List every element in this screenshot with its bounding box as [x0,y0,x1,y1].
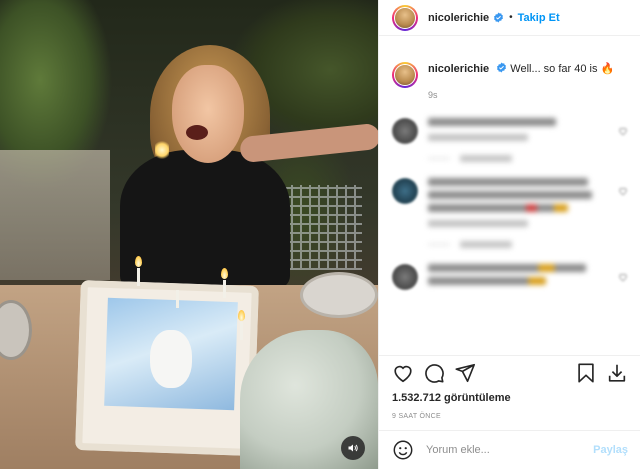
caption-text: Well... so far 40 is [510,63,598,75]
heart-icon[interactable] [392,362,414,384]
candle-flame [238,310,245,321]
candle-flame [135,256,142,267]
comment-text-blurred [428,264,586,272]
verified-badge-icon [497,62,507,73]
post-age[interactable]: 9 SAAT ÖNCE [392,413,628,420]
post-actions: 1.532.712 görüntüleme 9 SAAT ÖNCE [379,355,640,420]
speaker-icon [348,444,358,452]
comment-meta-blurred [428,220,528,227]
post-sidebar: nicolerichie • Takip Et nicolerichie Wel… [378,0,640,469]
avatar[interactable] [392,4,418,31]
commenter-avatar[interactable] [392,264,418,290]
heart-icon[interactable] [618,126,628,136]
chair [282,185,362,270]
comment-text-blurred [428,118,556,126]
comments-list[interactable]: nicolerichie Well... so far 40 is 🔥 9s [379,37,640,355]
candle-flame [221,268,228,279]
comment-input[interactable]: Yorum ekle... [426,444,593,456]
verified-badge-icon [494,12,504,23]
paper-plane-icon[interactable] [454,362,476,384]
view-count[interactable]: 1.532.712 görüntüleme [392,392,628,404]
person-mouth [186,125,208,140]
smiley-icon[interactable] [392,439,414,461]
add-comment-bar: Yorum ekle... Paylaş [379,430,640,469]
sound-toggle-button[interactable] [341,436,365,460]
caption-timestamp[interactable]: 9s [428,88,614,102]
candle [176,290,179,308]
plate [300,272,378,318]
post-caption: nicolerichie Well... so far 40 is 🔥 9s [392,62,628,102]
comment-text-blurred [428,191,592,199]
follow-button[interactable]: Takip Et [518,12,560,24]
wall-background [0,150,110,280]
cake-figure [150,330,192,388]
post-media[interactable] [0,0,378,469]
candle [240,322,243,340]
comment-item [392,118,628,162]
view-replies-link[interactable] [428,241,608,248]
comment-item [392,178,628,248]
caption-username[interactable]: nicolerichie [428,63,489,75]
separator-dot: • [509,12,513,23]
candle [223,280,226,298]
download-icon[interactable] [606,362,628,384]
comment-item [392,264,628,290]
candle [137,268,140,286]
sparkler [155,140,169,160]
view-replies-link[interactable] [428,155,608,162]
username-link[interactable]: nicolerichie [428,12,489,24]
post-comment-button[interactable]: Paylaş [593,444,628,456]
comment-text-blurred [428,204,568,212]
person-body [120,150,290,290]
comment-icon[interactable] [423,362,445,384]
bookmark-icon[interactable] [575,362,597,384]
heart-icon[interactable] [618,272,628,282]
person-face [172,65,244,163]
heart-icon[interactable] [618,186,628,196]
fire-emoji: 🔥 [600,63,615,75]
avatar[interactable] [392,62,418,88]
comment-meta-blurred [428,134,528,141]
commenter-avatar[interactable] [392,178,418,204]
comment-text-blurred [428,277,546,285]
post-header: nicolerichie • Takip Et [379,0,640,36]
comment-text-blurred [428,178,588,186]
commenter-avatar[interactable] [392,118,418,144]
